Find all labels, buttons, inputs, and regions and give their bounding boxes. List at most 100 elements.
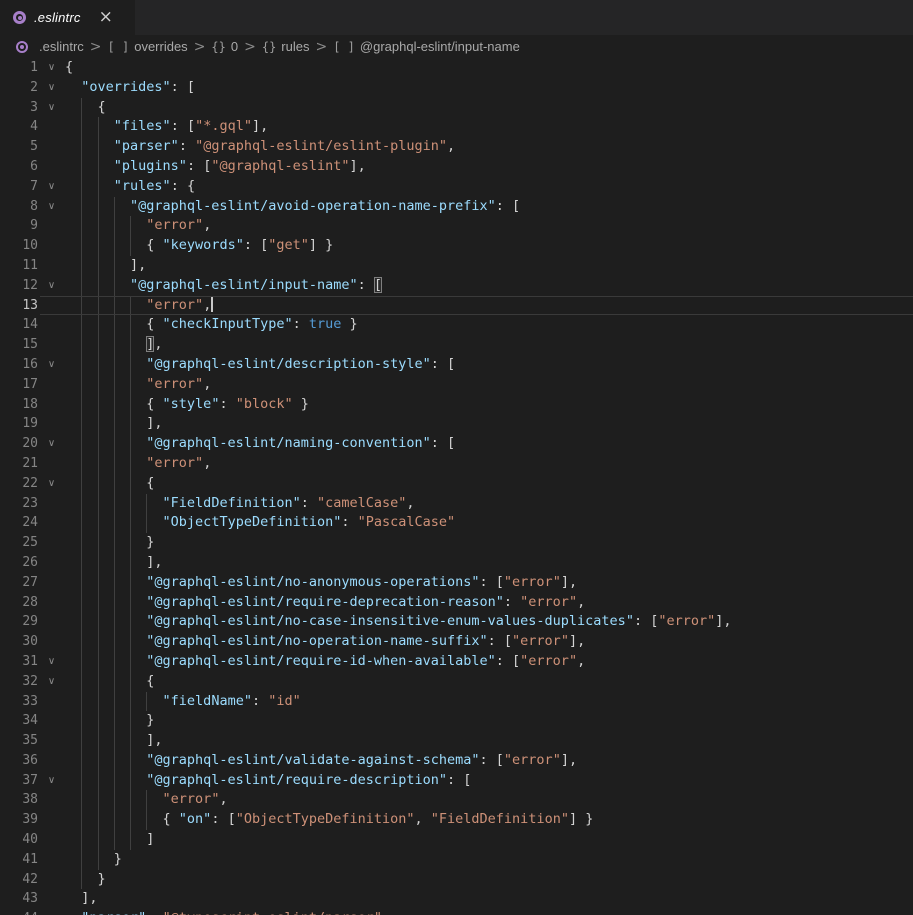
code-line[interactable]: 26 ],	[0, 553, 913, 573]
line-number[interactable]: 38	[0, 790, 38, 810]
breadcrumb-item--eslintrc[interactable]: .eslintrc	[16, 39, 84, 54]
line-number[interactable]: 33	[0, 692, 38, 712]
line-number[interactable]: 37	[0, 771, 38, 791]
line-number[interactable]: 21	[0, 454, 38, 474]
fold-chevron-icon[interactable]: ∨	[38, 276, 65, 296]
code-line[interactable]: 19 ],	[0, 414, 913, 434]
code-line[interactable]: 39 { "on": ["ObjectTypeDefinition", "Fie…	[0, 810, 913, 830]
code-line[interactable]: 10 { "keywords": ["get"] }	[0, 236, 913, 256]
line-number[interactable]: 12	[0, 276, 38, 296]
code-line[interactable]: 38 "error",	[0, 790, 913, 810]
line-number[interactable]: 1	[0, 58, 38, 78]
line-number[interactable]: 23	[0, 494, 38, 514]
code-line[interactable]: 40 ]	[0, 830, 913, 850]
line-number[interactable]: 40	[0, 830, 38, 850]
code-line[interactable]: 29 "@graphql-eslint/no-case-insensitive-…	[0, 612, 913, 632]
line-number[interactable]: 31	[0, 652, 38, 672]
line-number[interactable]: 5	[0, 137, 38, 157]
line-number[interactable]: 6	[0, 157, 38, 177]
code-line[interactable]: 28 "@graphql-eslint/require-deprecation-…	[0, 593, 913, 613]
code-line[interactable]: 42 }	[0, 870, 913, 890]
code-line[interactable]: 27 "@graphql-eslint/no-anonymous-operati…	[0, 573, 913, 593]
code-line[interactable]: 18 { "style": "block" }	[0, 395, 913, 415]
line-number[interactable]: 41	[0, 850, 38, 870]
line-number[interactable]: 25	[0, 533, 38, 553]
code-line[interactable]: 20∨ "@graphql-eslint/naming-convention":…	[0, 434, 913, 454]
tab-close-icon[interactable]: ×	[99, 9, 113, 26]
code-line[interactable]: 9 "error",	[0, 216, 913, 236]
line-number[interactable]: 18	[0, 395, 38, 415]
code-line[interactable]: 1∨{	[0, 58, 913, 78]
tab-eslintrc[interactable]: .eslintrc ×	[0, 0, 135, 35]
line-number[interactable]: 20	[0, 434, 38, 454]
line-number[interactable]: 27	[0, 573, 38, 593]
fold-chevron-icon[interactable]: ∨	[38, 98, 65, 118]
code-line[interactable]: 30 "@graphql-eslint/no-operation-name-su…	[0, 632, 913, 652]
line-number[interactable]: 2	[0, 78, 38, 98]
fold-chevron-icon[interactable]: ∨	[38, 58, 65, 78]
line-number[interactable]: 36	[0, 751, 38, 771]
code-line[interactable]: 32∨ {	[0, 672, 913, 692]
breadcrumb-item-0[interactable]: {}0	[211, 39, 238, 54]
fold-chevron-icon[interactable]: ∨	[38, 672, 65, 692]
code-line[interactable]: 12∨ "@graphql-eslint/input-name": [	[0, 276, 913, 296]
fold-chevron-icon[interactable]: ∨	[38, 78, 65, 98]
line-number[interactable]: 14	[0, 315, 38, 335]
code-line[interactable]: 22∨ {	[0, 474, 913, 494]
code-line[interactable]: 24 "ObjectTypeDefinition": "PascalCase"	[0, 513, 913, 533]
code-line[interactable]: 21 "error",	[0, 454, 913, 474]
fold-chevron-icon[interactable]: ∨	[38, 474, 65, 494]
code-line[interactable]: 35 ],	[0, 731, 913, 751]
code-line[interactable]: 44 "parser": "@typescript-eslint/parser"	[0, 909, 913, 915]
fold-chevron-icon[interactable]: ∨	[38, 197, 65, 217]
line-number[interactable]: 35	[0, 731, 38, 751]
fold-chevron-icon[interactable]: ∨	[38, 355, 65, 375]
line-number[interactable]: 39	[0, 810, 38, 830]
breadcrumb-item--graphql-eslint-input-name[interactable]: [ ]@graphql-eslint/input-name	[333, 39, 520, 54]
line-number[interactable]: 3	[0, 98, 38, 118]
line-number[interactable]: 44	[0, 909, 38, 915]
line-number[interactable]: 42	[0, 870, 38, 890]
line-number[interactable]: 16	[0, 355, 38, 375]
code-line[interactable]: 7∨ "rules": {	[0, 177, 913, 197]
code-line[interactable]: 34 }	[0, 711, 913, 731]
line-number[interactable]: 26	[0, 553, 38, 573]
line-number[interactable]: 32	[0, 672, 38, 692]
line-number[interactable]: 30	[0, 632, 38, 652]
line-number[interactable]: 11	[0, 256, 38, 276]
line-number[interactable]: 24	[0, 513, 38, 533]
code-line[interactable]: 3∨ {	[0, 98, 913, 118]
line-number[interactable]: 15	[0, 335, 38, 355]
line-number[interactable]: 10	[0, 236, 38, 256]
breadcrumb-item-overrides[interactable]: [ ]overrides	[108, 39, 188, 54]
breadcrumb-item-rules[interactable]: {}rules	[262, 39, 310, 54]
line-number[interactable]: 9	[0, 216, 38, 236]
code-line[interactable]: 43 ],	[0, 889, 913, 909]
line-number[interactable]: 7	[0, 177, 38, 197]
code-line[interactable]: 4 "files": ["*.gql"],	[0, 117, 913, 137]
code-line[interactable]: 6 "plugins": ["@graphql-eslint"],	[0, 157, 913, 177]
code-line[interactable]: 17 "error",	[0, 375, 913, 395]
fold-chevron-icon[interactable]: ∨	[38, 771, 65, 791]
code-line[interactable]: 36 "@graphql-eslint/validate-against-sch…	[0, 751, 913, 771]
line-number[interactable]: 43	[0, 889, 38, 909]
code-editor[interactable]: 1∨{2∨ "overrides": [3∨ {4 "files": ["*.g…	[0, 58, 913, 915]
code-line[interactable]: 25 }	[0, 533, 913, 553]
code-line[interactable]: 14 { "checkInputType": true }	[0, 315, 913, 335]
code-line[interactable]: 5 "parser": "@graphql-eslint/eslint-plug…	[0, 137, 913, 157]
code-line[interactable]: 15 ],	[0, 335, 913, 355]
code-line[interactable]: 37∨ "@graphql-eslint/require-description…	[0, 771, 913, 791]
code-line[interactable]: 31∨ "@graphql-eslint/require-id-when-ava…	[0, 652, 913, 672]
line-number[interactable]: 28	[0, 593, 38, 613]
fold-chevron-icon[interactable]: ∨	[38, 434, 65, 454]
code-line[interactable]: 16∨ "@graphql-eslint/description-style":…	[0, 355, 913, 375]
line-number[interactable]: 4	[0, 117, 38, 137]
line-number[interactable]: 17	[0, 375, 38, 395]
fold-chevron-icon[interactable]: ∨	[38, 177, 65, 197]
fold-chevron-icon[interactable]: ∨	[38, 652, 65, 672]
line-number[interactable]: 13	[0, 296, 38, 316]
code-line[interactable]: 23 "FieldDefinition": "camelCase",	[0, 494, 913, 514]
line-number[interactable]: 8	[0, 197, 38, 217]
line-number[interactable]: 22	[0, 474, 38, 494]
line-number[interactable]: 34	[0, 711, 38, 731]
